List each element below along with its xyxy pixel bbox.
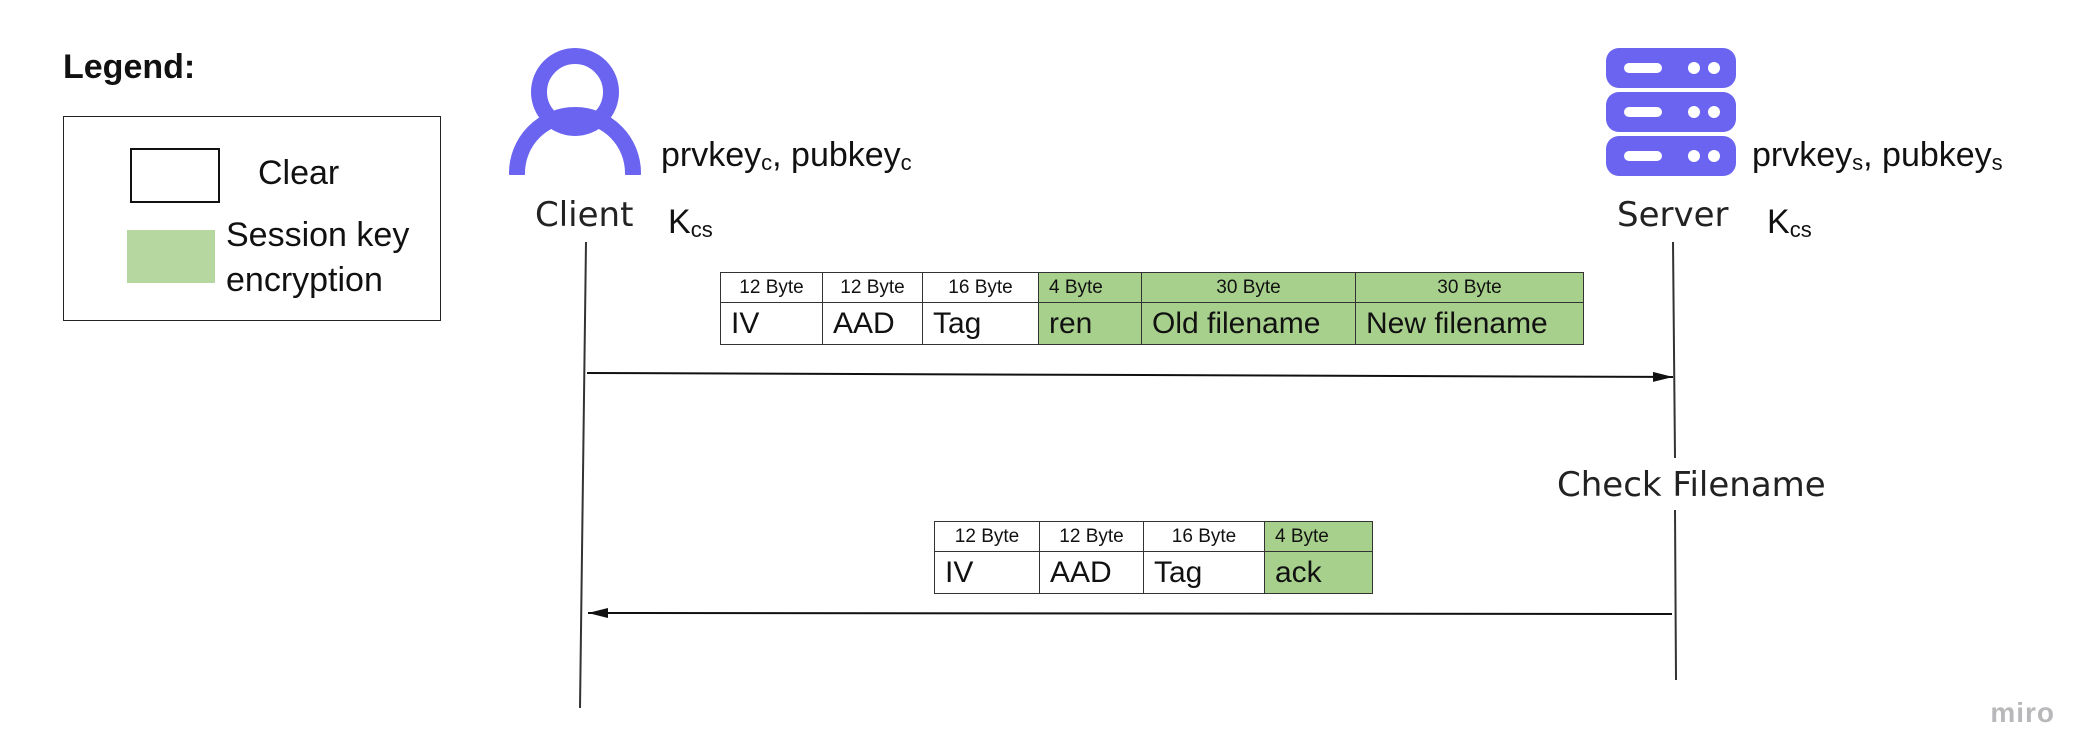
request-size-old-filename: 30 Byte [1141, 272, 1356, 303]
request-size-new-filename: 30 Byte [1355, 272, 1584, 303]
request-field-command: ren [1038, 302, 1142, 345]
request-field-tag: Tag [922, 302, 1039, 345]
request-arrow [586, 371, 1674, 382]
request-field-old-filename: Old filename [1141, 302, 1356, 345]
sequence-lines [579, 241, 1677, 709]
response-field-tag: Tag [1143, 551, 1265, 594]
response-size-aad: 12 Byte [1039, 521, 1144, 552]
miro-watermark: miro [1990, 697, 2055, 728]
server-lifeline-top [1672, 241, 1676, 459]
request-size-command: 4 Byte [1038, 272, 1142, 303]
request-field-new-filename: New filename [1355, 302, 1584, 345]
response-size-ack: 4 Byte [1264, 521, 1373, 552]
server-lifeline-bottom [1674, 509, 1677, 681]
request-size-aad: 12 Byte [822, 272, 923, 303]
request-size-tag: 16 Byte [922, 272, 1039, 303]
response-packet-sizes: 12 Byte 12 Byte 16 Byte 4 Byte [934, 521, 1373, 552]
client-lifeline [579, 241, 587, 709]
request-field-aad: AAD [822, 302, 923, 345]
response-field-iv: IV [934, 551, 1040, 594]
response-size-iv: 12 Byte [934, 521, 1040, 552]
server-action-label: Check Filename [1557, 465, 1826, 505]
request-packet-sizes: 12 Byte 12 Byte 16 Byte 4 Byte 30 Byte 3… [720, 272, 1584, 303]
response-size-tag: 16 Byte [1143, 521, 1265, 552]
response-field-ack: ack [1264, 551, 1373, 594]
request-field-iv: IV [720, 302, 823, 345]
request-packet: 12 Byte 12 Byte 16 Byte 4 Byte 30 Byte 3… [720, 272, 1584, 345]
response-packet-fields: IV AAD Tag ack [934, 551, 1373, 594]
response-field-aad: AAD [1039, 551, 1144, 594]
response-packet: 12 Byte 12 Byte 16 Byte 4 Byte IV AAD Ta… [934, 521, 1373, 594]
request-size-iv: 12 Byte [720, 272, 823, 303]
response-arrow [587, 608, 1673, 619]
request-packet-fields: IV AAD Tag ren Old filename New filename [720, 302, 1584, 345]
